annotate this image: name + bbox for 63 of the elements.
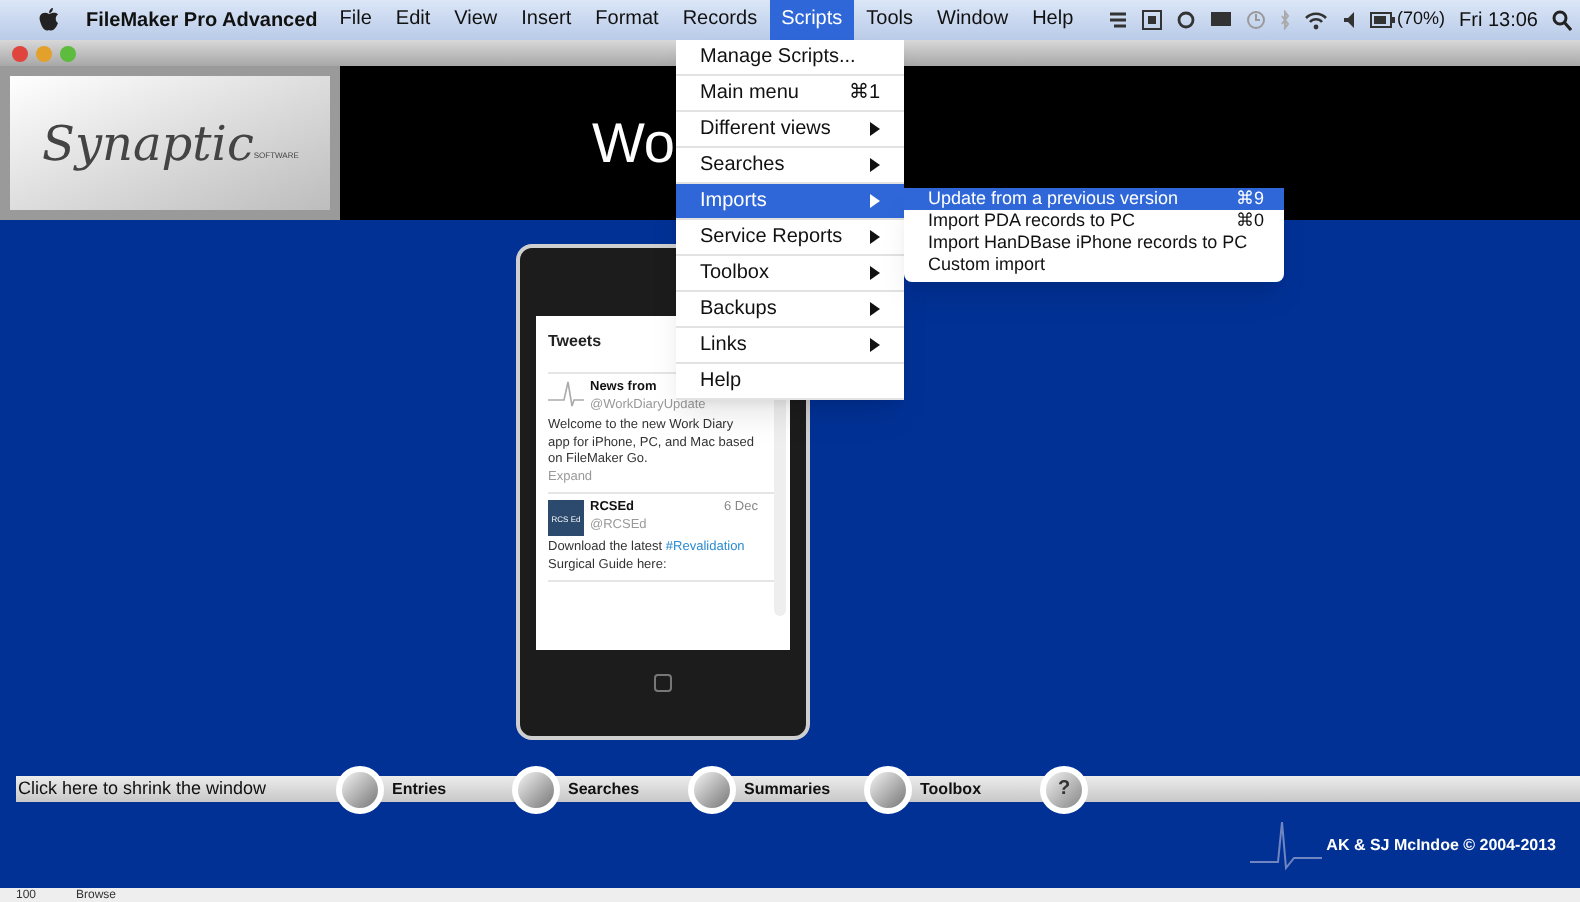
copyright-text: AK & SJ McIndoe © 2004-2013 xyxy=(1326,833,1556,857)
round-button-icon[interactable] xyxy=(688,765,736,813)
nav-label[interactable]: Entries xyxy=(392,777,480,801)
menu-item-label: Links xyxy=(700,332,747,360)
menu-item[interactable]: File xyxy=(327,0,384,40)
menu-item[interactable]: Custom import xyxy=(904,254,1284,276)
round-button-icon[interactable] xyxy=(336,765,384,813)
menu-item-label: Import HanDBase iPhone records to PC xyxy=(928,230,1248,256)
menu-item[interactable]: Format xyxy=(583,0,671,40)
menu-item[interactable]: Main menu ⌘1 xyxy=(676,76,904,112)
menu-item-label: Custom import xyxy=(928,252,1046,278)
shortcut-label: ⌘1 xyxy=(848,80,880,108)
menu-item[interactable]: Manage Scripts... xyxy=(676,40,904,76)
menu-item[interactable]: View xyxy=(442,0,510,40)
round-button-icon[interactable] xyxy=(512,765,560,813)
menu-item-label: Searches xyxy=(700,152,785,180)
menu-item-label: Help xyxy=(700,368,742,396)
menu-item-label: Import PDA records to PC xyxy=(928,208,1136,234)
nav-label[interactable]: Searches xyxy=(568,777,656,801)
heartbeat-avatar-icon xyxy=(548,380,584,408)
app-title: Wo xyxy=(592,109,675,177)
menu-item[interactable]: Help xyxy=(676,364,904,400)
menu-item-label: Main menu xyxy=(700,80,799,108)
menu-item[interactable]: Toolbox xyxy=(676,256,904,292)
battery-icon[interactable] xyxy=(1369,12,1396,28)
wifi-icon[interactable] xyxy=(1303,10,1328,30)
home-button[interactable] xyxy=(654,674,672,692)
menu-item-label: Service Reports xyxy=(700,224,843,252)
help-button[interactable]: ? xyxy=(1040,765,1088,813)
menu-item[interactable]: Imports xyxy=(676,184,904,220)
menu-item[interactable]: Backups xyxy=(676,292,904,328)
menu-item[interactable]: Update from a previous version ⌘9 xyxy=(904,188,1284,210)
menu-item[interactable]: Links xyxy=(676,328,904,364)
menu-item[interactable]: Import HanDBase iPhone records to PC xyxy=(904,232,1284,254)
close-icon[interactable] xyxy=(12,45,28,61)
menu-item[interactable]: Edit xyxy=(383,0,443,40)
shrink-window-link[interactable]: Click here to shrink the window xyxy=(16,775,336,803)
apple-icon[interactable] xyxy=(38,8,60,32)
menu-item-label: Toolbox xyxy=(700,260,769,288)
logo-text: Synaptic xyxy=(42,113,254,175)
menu-item-label: Imports xyxy=(700,188,767,216)
nav-label[interactable]: Summaries xyxy=(744,777,832,801)
menu-item[interactable]: Tools xyxy=(854,0,925,40)
menu-item-label: Different views xyxy=(700,116,831,144)
battery-percent: (70%) xyxy=(1397,6,1446,33)
volume-icon[interactable] xyxy=(1341,10,1356,30)
shortcut-label: ⌘9 xyxy=(1235,185,1264,212)
menu-item[interactable]: Records xyxy=(670,0,770,40)
menu-item[interactable]: Scripts xyxy=(769,0,855,40)
menu-item[interactable]: Import PDA records to PC ⌘0 xyxy=(904,210,1284,232)
heartbeat-drawing xyxy=(1250,817,1323,873)
menu-item-label: Manage Scripts... xyxy=(700,44,856,72)
menu-item[interactable]: Insert xyxy=(509,0,584,40)
app-menu[interactable]: FileMaker Pro Advanced xyxy=(76,5,328,35)
clock[interactable]: Fri 13:06 xyxy=(1459,5,1538,35)
shortcut-label: ⌘0 xyxy=(1235,207,1264,234)
menu-item[interactable]: Different views xyxy=(676,112,904,148)
menu-item[interactable]: Window xyxy=(925,0,1021,40)
round-button-icon[interactable] xyxy=(864,765,912,813)
menu-item[interactable]: Help xyxy=(1020,0,1086,40)
search-icon[interactable] xyxy=(1552,9,1572,31)
menu-item-label: Update from a previous version xyxy=(928,185,1179,212)
nav-label[interactable]: Toolbox xyxy=(920,777,1008,801)
